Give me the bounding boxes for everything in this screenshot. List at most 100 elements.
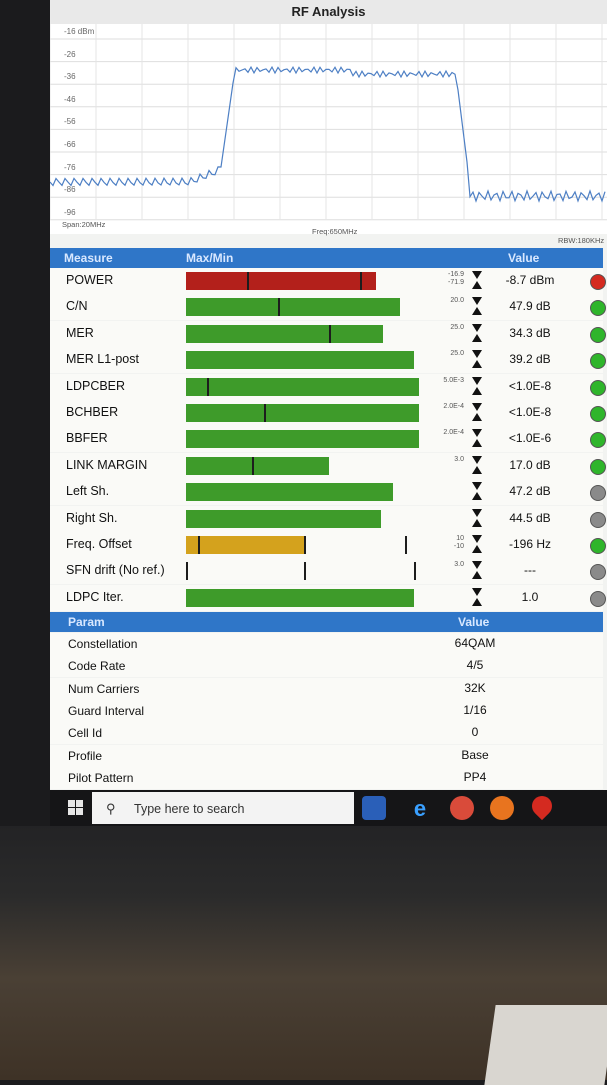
param-row: Profile Base (50, 744, 603, 767)
measure-value: 39.2 dB (509, 352, 551, 367)
param-row: Code Rate 4/5 (50, 655, 603, 678)
param-value: 32K (464, 680, 486, 695)
title-bar: RF Analysis (50, 0, 607, 25)
y-axis-label: -76 (64, 162, 76, 172)
measure-bar (186, 324, 421, 343)
measure-name: Left Sh. (66, 484, 110, 499)
measure-bar (186, 483, 421, 502)
measure-bar-marker (207, 377, 210, 396)
measure-bar-marker (251, 456, 254, 475)
threshold-arrows-icon[interactable] (472, 561, 482, 581)
measure-scale: 25.0 (442, 324, 464, 332)
measure-row: LDPCBER 5.0E-3 <1.0E-8 (50, 373, 606, 400)
y-axis-label: -66 (64, 140, 76, 149)
measure-bar (186, 272, 421, 290)
threshold-arrows-icon[interactable] (472, 429, 482, 449)
search-icon: ⚲ (106, 801, 116, 816)
measure-scale-label: 10 (456, 535, 464, 542)
threshold-arrows-icon[interactable] (472, 376, 482, 397)
measure-bar-fill (186, 456, 330, 475)
threshold-arrows-icon[interactable] (472, 403, 482, 423)
measure-bar (186, 404, 421, 422)
status-led-icon (590, 300, 606, 317)
taskbar-search-box[interactable]: ⚲ Type here to search (92, 792, 354, 824)
measure-bar (186, 562, 421, 581)
measure-bar-fill (186, 272, 377, 290)
param-row: Cell Id 0 (50, 722, 603, 745)
measure-bar-marker (413, 562, 416, 581)
measure-bar (186, 588, 421, 607)
y-axis-label: -96 (64, 207, 76, 217)
measure-name: BBFER (66, 431, 108, 446)
measure-bar-fill (186, 404, 419, 422)
desk-paper (484, 1005, 607, 1085)
span-label: Span:20MHz (62, 220, 106, 229)
param-value: 1/16 (463, 702, 487, 717)
status-led-icon (590, 379, 606, 396)
freq-label: Freq:650MHz (312, 227, 358, 236)
threshold-arrows-icon[interactable] (472, 323, 482, 344)
status-led-icon (590, 326, 606, 343)
value-col-header: Value (508, 251, 540, 265)
measure-scale-label: 20.0 (450, 297, 464, 305)
measure-row: BBFER 2.0E-4 <1.0E-6 (50, 426, 606, 453)
measure-name: LDPC Iter. (66, 589, 124, 604)
threshold-arrows-icon[interactable] (472, 535, 482, 555)
measure-bar (186, 456, 421, 475)
status-led-icon (590, 485, 606, 502)
y-axis-label: -16 dBm (64, 27, 95, 36)
measure-row: LDPC Iter. 1.0 (50, 584, 606, 611)
param-name: Pilot Pattern (68, 770, 134, 785)
maps-icon[interactable] (527, 791, 557, 821)
measure-bar-fill (186, 483, 393, 502)
measure-bar-fill (186, 351, 414, 370)
firefox-icon[interactable] (490, 796, 514, 820)
measure-name: LINK MARGIN (66, 457, 148, 472)
threshold-arrows-icon[interactable] (472, 350, 482, 370)
measure-bar-fill (186, 536, 304, 554)
measure-value: <1.0E-6 (508, 431, 552, 446)
threshold-arrows-icon[interactable] (472, 587, 482, 608)
param-name: Num Carriers (68, 681, 140, 696)
windows-start-icon[interactable] (68, 800, 84, 816)
store-icon[interactable] (362, 796, 386, 820)
status-led-icon (590, 432, 606, 449)
chrome-icon[interactable] (450, 796, 474, 820)
status-led-icon (590, 458, 606, 475)
threshold-arrows-icon[interactable] (472, 455, 482, 476)
y-axis-label: -36 (64, 72, 76, 82)
measure-name: Right Sh. (66, 510, 118, 525)
measure-scale-label: 3.0 (454, 561, 464, 569)
threshold-arrows-icon[interactable] (472, 271, 482, 291)
measure-scale-label: 2.0E-4 (443, 429, 464, 437)
status-led-icon (590, 511, 606, 528)
status-led-icon (590, 274, 606, 290)
param-name: Profile (68, 748, 103, 763)
measure-value: -8.7 dBm (505, 273, 555, 287)
measure-scale: 20.0 (442, 297, 464, 305)
y-axis-label: -26 (64, 49, 76, 59)
search-placeholder: Type here to search (134, 802, 245, 816)
param-value: 64QAM (454, 636, 496, 650)
measure-bar-marker (329, 324, 332, 343)
threshold-arrows-icon[interactable] (472, 297, 482, 317)
spectrum-graph (50, 24, 607, 221)
measure-name: C/N (66, 299, 88, 314)
measure-row: Left Sh. 47.2 dB (50, 479, 606, 506)
measure-value: <1.0E-8 (508, 378, 552, 393)
measure-value: 1.0 (521, 589, 539, 604)
threshold-arrows-icon[interactable] (472, 508, 482, 529)
measure-bar-fill (186, 430, 419, 449)
measure-value: <1.0E-8 (508, 405, 552, 419)
spectrum-plot: -16 dBm -26 -36 -46 -56 -66 -76 -86 -96 Span:20M… (50, 24, 607, 236)
param-value: 4/5 (466, 658, 484, 673)
measure-bar-fill (186, 298, 400, 317)
measure-bar-marker (277, 298, 280, 317)
measure-col-header: Measure (64, 251, 113, 265)
measure-bar-fill (186, 588, 414, 607)
edge-icon[interactable]: e (408, 796, 432, 821)
maxmin-col-header: Max/Min (186, 251, 234, 265)
measure-bar (186, 351, 421, 370)
threshold-arrows-icon[interactable] (472, 482, 482, 502)
measure-scale-label: -71.9 (448, 279, 464, 286)
